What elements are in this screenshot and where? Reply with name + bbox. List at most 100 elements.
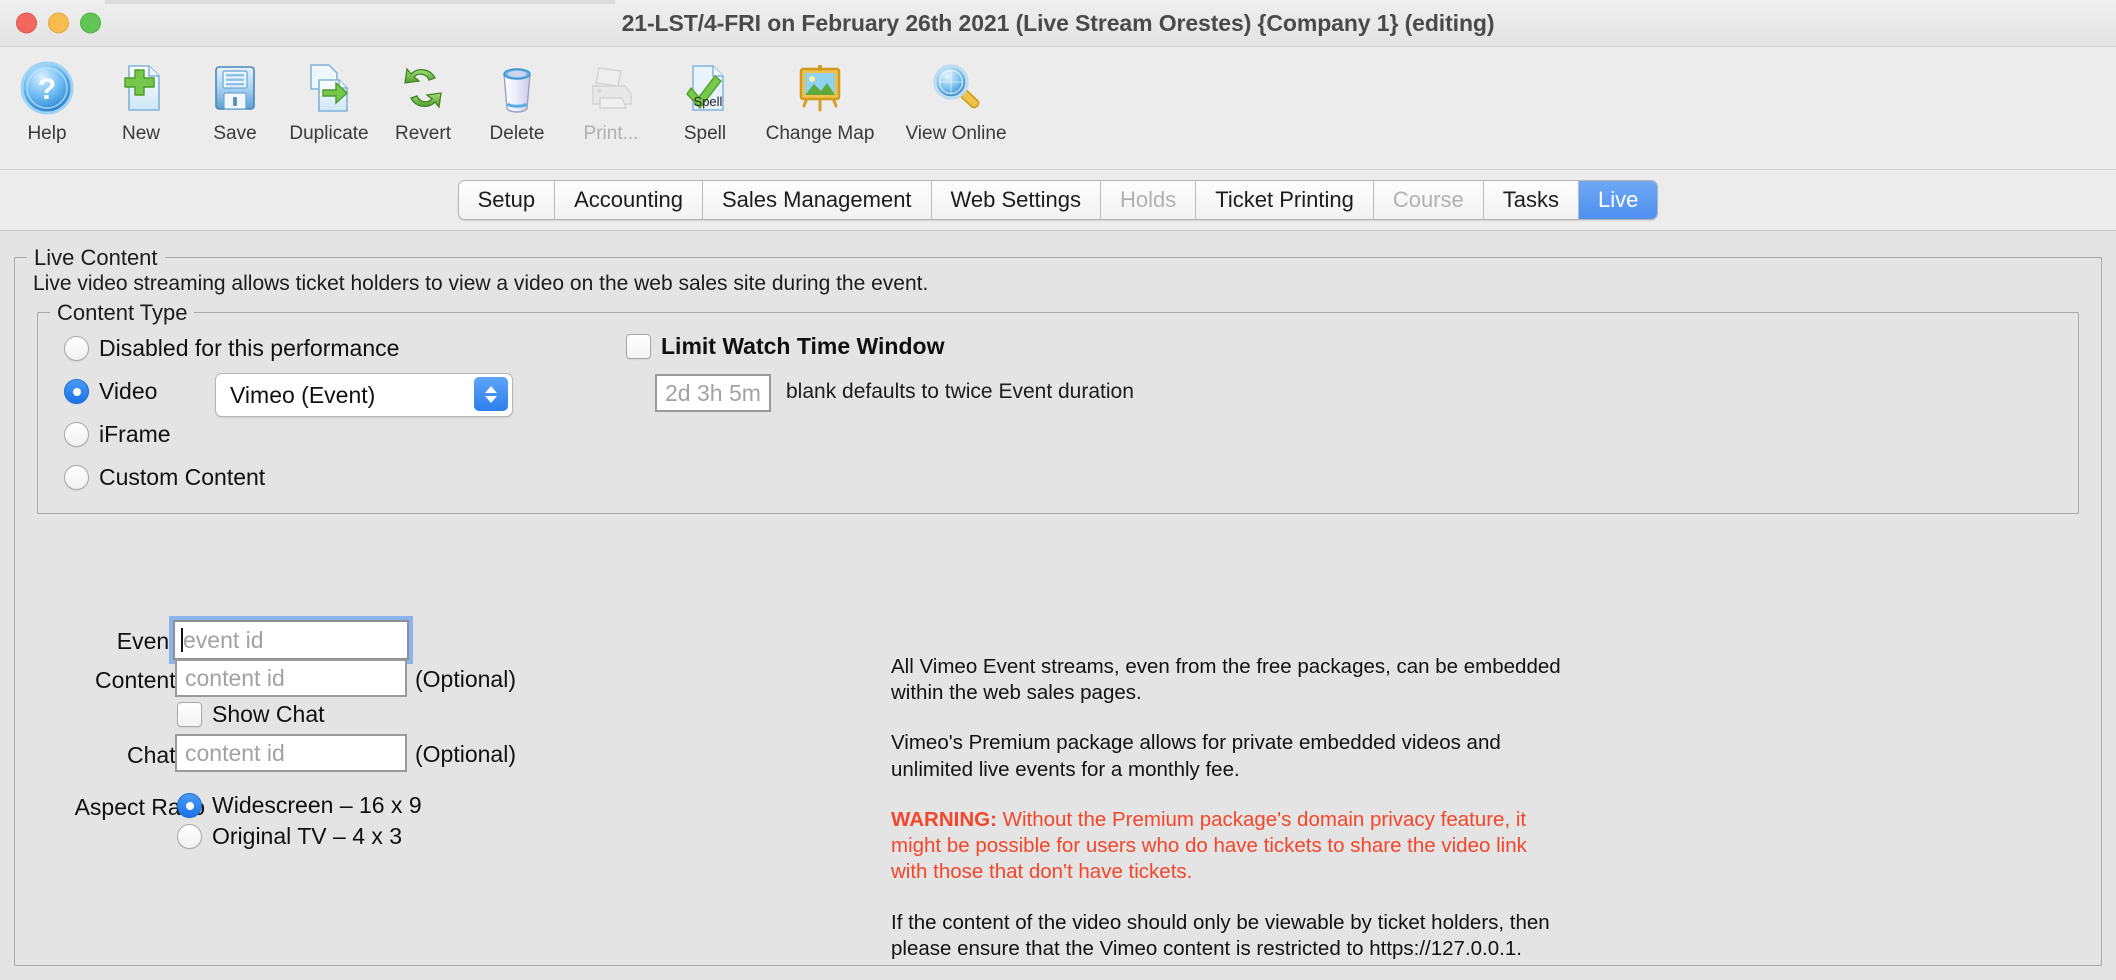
content-id-optional-label: (Optional) (415, 666, 516, 692)
vimeo-help-panel: All Vimeo Event streams, even from the f… (891, 654, 1563, 962)
radio-video[interactable]: Video (64, 378, 157, 405)
spell-icon: Spell (674, 57, 736, 119)
checkbox-limit-watch-time-window[interactable]: Limit Watch Time Window (626, 333, 944, 360)
revert-icon (392, 57, 454, 119)
radio-iframe[interactable]: iFrame (64, 421, 171, 448)
toolbar-label: Change Map (765, 123, 875, 144)
checkbox-show-chat[interactable]: Show Chat (177, 701, 325, 728)
radio-original-tv-4x3[interactable]: Original TV – 4 x 3 (177, 823, 402, 850)
toolbar-label: Revert (395, 123, 451, 144)
change-map-icon (789, 57, 851, 119)
save-icon (204, 57, 266, 119)
watch-duration-hint: blank defaults to twice Event duration (786, 380, 1134, 403)
tab-bar-container: Setup Accounting Sales Management Web Se… (0, 170, 2116, 231)
help-icon: ? (16, 57, 78, 119)
close-window-button[interactable] (16, 12, 37, 34)
live-content-group-title: Live Content (27, 245, 165, 271)
svg-text:?: ? (38, 73, 56, 106)
chat-id-optional-label: (Optional) (415, 741, 516, 767)
toolbar-label: View Online (905, 123, 1007, 144)
window-title: 21-LST/4-FRI on February 26th 2021 (Live… (621, 9, 1495, 36)
print-icon (580, 57, 642, 119)
toolbar-label: Duplicate (289, 123, 369, 144)
checkbox-label: Limit Watch Time Window (661, 333, 945, 359)
toolbar-label: Delete (489, 123, 545, 144)
tab-sales-management[interactable]: Sales Management (702, 181, 932, 219)
event-id-placeholder: event id (183, 626, 264, 653)
toolbar-button-view-online[interactable]: View Online (888, 57, 1024, 145)
content-type-group-title: Content Type (50, 300, 195, 326)
tab-holds: Holds (1101, 181, 1197, 219)
content-id-input[interactable]: content id (175, 659, 407, 697)
duplicate-icon (298, 57, 360, 119)
application-window: 21-LST/4-FRI on February 26th 2021 (Live… (0, 0, 2116, 980)
tab-setup[interactable]: Setup (458, 181, 556, 219)
video-source-value: Vimeo (Event) (230, 381, 376, 408)
traffic-lights (16, 12, 101, 34)
content-type-group: Content Type Disabled for this performan… (37, 300, 2079, 514)
live-tab-content: Live Content Live video streaming allows… (0, 231, 2116, 980)
toolbar-label: Print... (583, 123, 639, 144)
checkbox-label: Show Chat (212, 701, 325, 727)
help-paragraph-1: All Vimeo Event streams, even from the f… (891, 655, 1561, 705)
tab-ticket-printing[interactable]: Ticket Printing (1196, 181, 1374, 219)
toolbar: ? Help New Save Duplicate Revert Delete … (0, 47, 2116, 170)
watch-duration-placeholder: 2d 3h 5m (665, 379, 761, 406)
live-content-group: Live Content Live video streaming allows… (14, 245, 2102, 966)
radio-widescreen-16x9[interactable]: Widescreen – 16 x 9 (177, 792, 422, 819)
view-online-icon (925, 57, 987, 119)
video-source-select[interactable]: Vimeo (Event) (215, 373, 513, 417)
chat-id-placeholder: content id (185, 739, 285, 766)
svg-text:Spell: Spell (694, 94, 723, 109)
toolbar-button-revert[interactable]: Revert (376, 57, 470, 145)
toolbar-button-duplicate[interactable]: Duplicate (282, 57, 376, 145)
radio-label: Disabled for this performance (99, 335, 400, 361)
radio-label: Original TV – 4 x 3 (212, 823, 403, 849)
toolbar-button-change-map[interactable]: Change Map (752, 57, 888, 145)
watch-duration-input[interactable]: 2d 3h 5m (655, 374, 771, 412)
tab-web-settings[interactable]: Web Settings (931, 181, 1101, 219)
toolbar-label: Spell (683, 123, 727, 144)
chat-id-input[interactable]: content id (175, 734, 407, 772)
delete-icon (486, 57, 548, 119)
tab-live[interactable]: Live (1579, 181, 1658, 219)
radio-indicator[interactable] (177, 824, 202, 849)
radio-label: iFrame (99, 421, 171, 447)
window-tab-nub (105, 0, 615, 4)
checkbox-indicator[interactable] (177, 702, 202, 727)
title-bar: 21-LST/4-FRI on February 26th 2021 (Live… (0, 0, 2116, 47)
minimize-window-button[interactable] (48, 12, 69, 34)
tab-accounting[interactable]: Accounting (555, 181, 703, 219)
radio-indicator[interactable] (64, 422, 89, 447)
radio-indicator[interactable] (177, 793, 202, 818)
checkbox-indicator[interactable] (626, 334, 651, 359)
new-icon (110, 57, 172, 119)
toolbar-label: New (121, 123, 160, 144)
toolbar-button-help[interactable]: ? Help (0, 57, 94, 145)
toolbar-button-print: Print... (564, 57, 658, 145)
toolbar-button-new[interactable]: New (94, 57, 188, 145)
toolbar-button-save[interactable]: Save (188, 57, 282, 145)
radio-indicator[interactable] (64, 379, 89, 404)
help-warning: WARNING: Without the Premium package's d… (891, 807, 1563, 886)
maximize-window-button[interactable] (80, 12, 101, 34)
live-content-description: Live video streaming allows ticket holde… (33, 272, 929, 295)
event-id-input[interactable]: event id (169, 616, 413, 664)
radio-disabled-for-performance[interactable]: Disabled for this performance (64, 335, 399, 362)
toolbar-button-spell[interactable]: Spell Spell (658, 57, 752, 145)
toolbar-label: Help (27, 123, 67, 144)
radio-label: Custom Content (99, 464, 266, 490)
radio-custom-content[interactable]: Custom Content (64, 464, 265, 491)
radio-indicator[interactable] (64, 336, 89, 361)
chevron-updown-icon[interactable] (474, 377, 508, 411)
tab-tasks[interactable]: Tasks (1483, 181, 1579, 219)
help-paragraph-2: Vimeo's Premium package allows for priva… (891, 731, 1501, 781)
help-paragraph-4: If the content of the video should only … (891, 910, 1550, 960)
warning-prefix: WARNING: (891, 807, 997, 831)
radio-label: Widescreen – 16 x 9 (212, 792, 422, 818)
radio-indicator[interactable] (64, 465, 89, 490)
radio-label: Video (99, 378, 158, 404)
toolbar-button-delete[interactable]: Delete (470, 57, 564, 145)
toolbar-label: Save (213, 123, 257, 144)
content-id-placeholder: content id (185, 664, 285, 691)
